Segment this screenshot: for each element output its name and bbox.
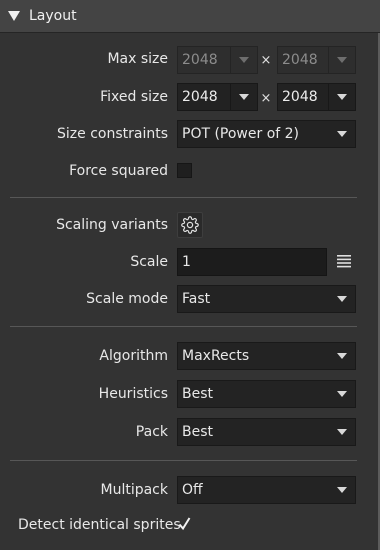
algorithm-dropdown[interactable]: MaxRects — [177, 342, 356, 370]
fixed-size-height-dropdown-button[interactable] — [328, 84, 355, 110]
collapse-triangle-icon[interactable] — [8, 11, 20, 21]
max-size-height-dropdown-button[interactable] — [328, 47, 355, 73]
scale-value: 1 — [182, 254, 191, 270]
force-squared-checkbox[interactable] — [177, 163, 192, 178]
scale-label: Scale — [130, 254, 168, 270]
chevron-down-icon — [337, 57, 347, 63]
chevron-down-icon — [239, 57, 249, 63]
pack-dropdown[interactable]: Best — [177, 418, 356, 446]
heuristics-label: Heuristics — [98, 386, 168, 402]
fixed-size-height-value: 2048 — [282, 89, 318, 105]
algorithm-value: MaxRects — [182, 348, 250, 364]
force-squared-label: Force squared — [69, 163, 168, 179]
multipack-dropdown[interactable]: Off — [177, 476, 356, 504]
max-size-height-combo[interactable]: 2048 — [277, 46, 356, 74]
separator — [10, 326, 357, 327]
scale-mode-label: Scale mode — [86, 291, 168, 307]
separator — [10, 460, 357, 461]
chevron-down-icon — [337, 487, 347, 493]
list-icon[interactable] — [336, 254, 352, 268]
chevron-down-icon — [337, 391, 347, 397]
fixed-size-width-dropdown-button[interactable] — [230, 84, 257, 110]
pack-value: Best — [182, 424, 214, 440]
chevron-down-icon — [337, 429, 347, 435]
fixed-size-height-combo[interactable]: 2048 — [277, 83, 356, 111]
chevron-down-icon — [337, 353, 347, 359]
fixed-size-width-combo[interactable]: 2048 — [177, 83, 258, 111]
max-size-height-value: 2048 — [282, 52, 318, 68]
size-constraints-value: POT (Power of 2) — [182, 126, 300, 142]
pack-label: Pack — [135, 424, 168, 440]
scaling-variants-button[interactable] — [177, 212, 203, 238]
multipack-value: Off — [182, 482, 203, 498]
chevron-down-icon — [337, 131, 347, 137]
heuristics-value: Best — [182, 386, 214, 402]
scale-input[interactable]: 1 — [177, 248, 327, 276]
separator — [10, 197, 357, 198]
heuristics-dropdown[interactable]: Best — [177, 380, 356, 408]
fixed-size-times: × — [260, 91, 272, 106]
scaling-variants-label: Scaling variants — [56, 217, 168, 233]
chevron-down-icon — [239, 94, 249, 100]
algorithm-label: Algorithm — [99, 348, 168, 364]
gear-icon — [181, 216, 199, 234]
layout-section-header[interactable]: Layout — [0, 0, 380, 33]
size-constraints-dropdown[interactable]: POT (Power of 2) — [177, 120, 356, 148]
multipack-label: Multipack — [100, 482, 169, 498]
section-title: Layout — [29, 8, 77, 24]
chevron-down-icon — [337, 296, 347, 302]
detect-identical-sprites-label: Detect identical sprites — [18, 517, 181, 533]
scale-mode-dropdown[interactable]: Fast — [177, 285, 356, 313]
chevron-down-icon — [337, 94, 347, 100]
detect-identical-sprites-checkbox[interactable] — [177, 516, 192, 532]
max-size-times: × — [260, 53, 272, 68]
scale-mode-value: Fast — [182, 291, 211, 307]
max-size-width-dropdown-button[interactable] — [230, 47, 257, 73]
fixed-size-width-value: 2048 — [182, 89, 218, 105]
max-size-label: Max size — [107, 51, 168, 67]
max-size-width-value: 2048 — [182, 52, 218, 68]
size-constraints-label: Size constraints — [57, 126, 168, 142]
max-size-width-combo[interactable]: 2048 — [177, 46, 258, 74]
fixed-size-label: Fixed size — [100, 89, 168, 105]
